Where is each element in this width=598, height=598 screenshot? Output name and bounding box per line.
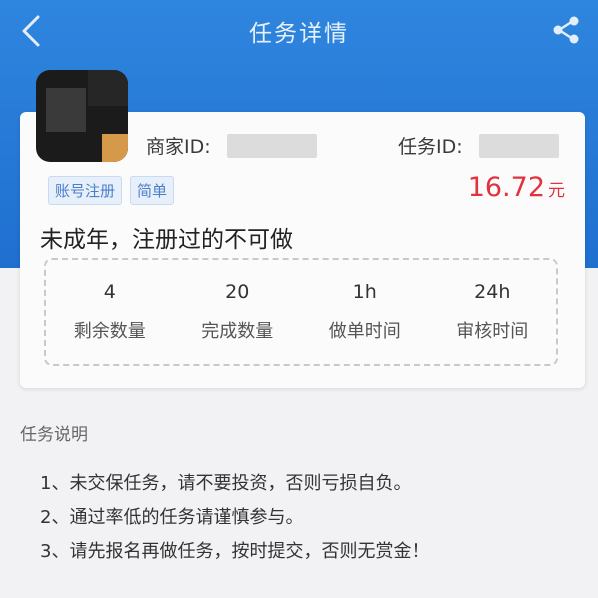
stat-review-time: 24h 审核时间 (429, 260, 557, 364)
task-id-row: 任务ID: (398, 132, 559, 159)
stat-value: 4 (103, 281, 116, 303)
nav-bar: 任务详情 (0, 0, 598, 64)
tag-category: 账号注册 (48, 176, 123, 205)
stat-remaining: 4 剩余数量 (46, 260, 174, 364)
reward-price: 16.72 元 (468, 172, 565, 203)
price-unit: 元 (548, 181, 565, 201)
task-description: 任务说明 1、未交保任务，请不要投资，否则亏损自负。 2、通过率低的任务请谨慎参… (20, 420, 580, 571)
task-id-label: 任务ID: (398, 136, 463, 158)
tag-difficulty: 简单 (130, 176, 175, 205)
share-icon (553, 16, 579, 44)
merchant-id-row: 商家ID: (146, 132, 317, 159)
stat-label: 完成数量 (201, 321, 274, 342)
description-title: 任务说明 (20, 425, 88, 445)
description-item: 2、通过率低的任务请谨慎参与。 (40, 507, 304, 528)
stat-work-time: 1h 做单时间 (301, 260, 429, 364)
merchant-avatar (36, 70, 128, 162)
stat-value: 1h (352, 281, 377, 303)
task-title: 未成年，注册过的不可做 (40, 227, 293, 253)
tag-list: 账号注册 简单 (48, 176, 175, 205)
description-list: 1、未交保任务，请不要投资，否则亏损自负。 2、通过率低的任务请谨慎参与。 3、… (20, 469, 580, 563)
stat-label: 审核时间 (456, 321, 529, 342)
task-stats: 4 剩余数量 20 完成数量 1h 做单时间 24h 审核时间 (44, 258, 558, 366)
price-amount: 16.72 (467, 172, 545, 203)
description-item: 3、请先报名再做任务，按时提交，否则无赏金！ (40, 541, 430, 562)
stat-label: 剩余数量 (73, 321, 146, 342)
page-title: 任务详情 (249, 21, 349, 47)
share-button[interactable] (548, 12, 584, 48)
task-id-value-redacted (478, 133, 559, 158)
merchant-id-label: 商家ID: (146, 136, 211, 158)
stat-value: 20 (225, 281, 250, 303)
stat-value: 24h (474, 281, 511, 303)
stat-completed: 20 完成数量 (174, 260, 302, 364)
merchant-id-value-redacted (226, 133, 317, 158)
stat-label: 做单时间 (328, 321, 401, 342)
description-item: 1、未交保任务，请不要投资，否则亏损自负。 (40, 473, 412, 494)
